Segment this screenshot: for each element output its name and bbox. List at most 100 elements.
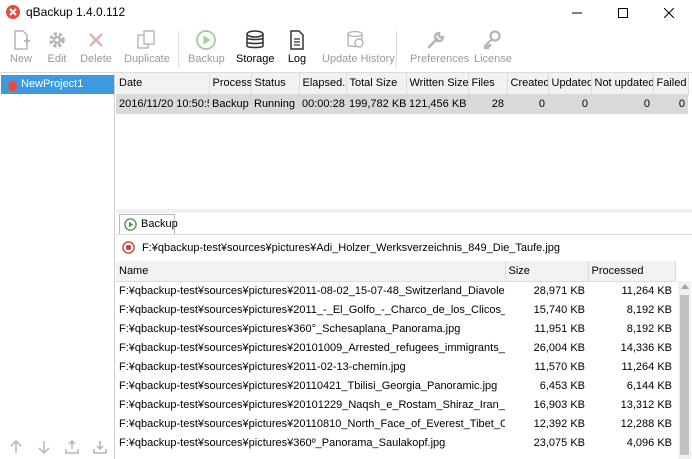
file-name: F:¥qbackup-test¥sources¥pictures¥2010122… [119, 398, 505, 411]
col-status[interactable]: Status [251, 73, 300, 95]
file-name: F:¥qbackup-test¥sources¥pictures¥360°_Sc… [119, 322, 461, 335]
new-button[interactable]: New [6, 27, 36, 71]
license-button[interactable]: License [474, 27, 512, 71]
title-bar: qBackup 1.4.0.112 [0, 0, 692, 25]
jobs-table: Date Process Status Elapsed... Total Siz… [116, 73, 692, 209]
close-button[interactable] [646, 0, 692, 25]
detail-pane: Backup F:¥qbackup-test¥sources¥pictures¥… [116, 213, 692, 459]
jobs-header-row: Date Process Status Elapsed... Total Siz… [116, 73, 689, 95]
col-date[interactable]: Date [116, 73, 210, 95]
log-document-icon [290, 30, 304, 50]
log-button[interactable]: Log [284, 27, 310, 71]
col-files[interactable]: Files [468, 73, 508, 95]
preferences-button[interactable]: Preferences [410, 27, 469, 71]
update-history-button[interactable]: Update History [322, 27, 395, 71]
col-not-updated[interactable]: Not updated [591, 73, 654, 95]
backup-button[interactable]: Backup [188, 27, 225, 71]
tab-backup[interactable]: Backup [119, 214, 178, 234]
col-written-size[interactable]: Written Size [406, 73, 469, 95]
stop-icon[interactable] [122, 241, 135, 254]
duplicate-button[interactable]: Duplicate [124, 27, 170, 71]
storage-button[interactable]: Storage [236, 27, 275, 71]
files-scrollbar[interactable] [678, 281, 691, 459]
job-not-updated: 0 [591, 94, 653, 114]
delete-button[interactable]: Delete [80, 27, 112, 71]
file-name: F:¥qbackup-test¥sources¥pictures¥360º_Pa… [119, 436, 446, 449]
tab-divider [116, 234, 692, 235]
minimize-button[interactable] [554, 0, 600, 25]
file-name: F:¥qbackup-test¥sources¥pictures¥2011-08… [119, 284, 505, 297]
col-name[interactable]: Name [116, 261, 506, 282]
tab-label: Backup [141, 218, 178, 230]
files-header-row: Name Size Processed [116, 261, 676, 282]
file-size: 11,570 KB [534, 360, 585, 373]
update-history-icon [347, 30, 364, 48]
file-name: F:¥qbackup-test¥sources¥pictures¥2011-02… [119, 360, 406, 373]
gear-icon [49, 32, 65, 48]
col-updated[interactable]: Updated [548, 73, 592, 95]
job-date: 2016/11/20 10:50:50 [116, 94, 209, 114]
move-up-icon[interactable] [8, 439, 24, 455]
scroll-up-arrow-icon[interactable] [681, 284, 689, 289]
job-total-size: 199,782 KB [346, 94, 406, 114]
key-icon [483, 30, 501, 50]
toolbar: New Edit Delete Duplicate Backup Storage… [0, 25, 692, 73]
file-row[interactable]: F:¥qbackup-test¥sources¥pictures¥360°_Sc… [116, 319, 675, 338]
new-file-icon [14, 30, 30, 50]
file-row[interactable]: F:¥qbackup-test¥sources¥pictures¥2011_-_… [116, 300, 675, 319]
maximize-button[interactable] [600, 0, 646, 25]
flame-icon [8, 78, 17, 91]
col-size[interactable]: Size [505, 261, 589, 282]
file-processed: 8,192 KB [626, 322, 672, 335]
current-file-path: F:¥qbackup-test¥sources¥pictures¥Adi_Hol… [142, 242, 561, 254]
move-down-icon[interactable] [36, 439, 52, 455]
file-row[interactable]: F:¥qbackup-test¥sources¥pictures¥2011081… [116, 414, 675, 433]
col-elapsed[interactable]: Elapsed... [299, 73, 347, 95]
job-elapsed: 00:00:28 [299, 94, 346, 114]
files-table: Name Size Processed F:¥qbackup-test¥sour… [116, 261, 692, 459]
file-processed: 11,264 KB [621, 360, 672, 373]
import-icon[interactable] [92, 439, 108, 455]
export-icon[interactable] [64, 439, 80, 455]
duplicate-icon [137, 30, 155, 49]
file-size: 12,392 KB [533, 417, 585, 430]
toolbar-separator [178, 31, 179, 67]
job-written-size: 121,456 KB [406, 94, 468, 114]
job-row[interactable]: 2016/11/20 10:50:50 Backup Running 00:00… [116, 94, 688, 114]
col-total-size[interactable]: Total Size [346, 73, 407, 95]
file-row[interactable]: F:¥qbackup-test¥sources¥pictures¥2011042… [116, 376, 675, 395]
file-row[interactable]: F:¥qbackup-test¥sources¥pictures¥2011-08… [116, 281, 675, 300]
file-row[interactable]: F:¥qbackup-test¥sources¥pictures¥2010100… [116, 338, 675, 357]
scrollbar-thumb[interactable] [680, 295, 689, 455]
project-name: NewProject1 [21, 78, 84, 90]
project-item-newproject1[interactable]: NewProject1 [1, 75, 114, 94]
edit-button[interactable]: Edit [42, 27, 72, 71]
file-size: 23,075 KB [533, 436, 585, 449]
job-updated: 0 [548, 94, 591, 114]
window-title: qBackup 1.4.0.112 [26, 5, 126, 19]
wrench-icon [427, 31, 445, 49]
file-processed: 4,096 KB [626, 436, 672, 449]
file-processed: 8,192 KB [626, 303, 672, 316]
file-size: 11,951 KB [534, 322, 585, 335]
file-name: F:¥qbackup-test¥sources¥pictures¥2011042… [119, 379, 498, 392]
file-size: 28,971 KB [533, 284, 585, 297]
col-processed[interactable]: Processed [588, 261, 676, 282]
app-logo-icon [6, 5, 20, 19]
play-icon [124, 218, 137, 231]
file-processed: 14,336 KB [620, 341, 672, 354]
file-name: F:¥qbackup-test¥sources¥pictures¥2011_-_… [119, 303, 505, 316]
col-created[interactable]: Created [507, 73, 549, 95]
col-failed[interactable]: Failed [653, 73, 689, 95]
file-row[interactable]: F:¥qbackup-test¥sources¥pictures¥360º_Pa… [116, 433, 675, 452]
col-process[interactable]: Process [209, 73, 252, 95]
file-name: F:¥qbackup-test¥sources¥pictures¥2010100… [119, 341, 505, 354]
job-status: Running [251, 94, 299, 114]
file-size: 15,740 KB [533, 303, 585, 316]
job-created: 0 [507, 94, 548, 114]
file-processed: 6,144 KB [626, 379, 672, 392]
file-size: 16,903 KB [533, 398, 585, 411]
file-row[interactable]: F:¥qbackup-test¥sources¥pictures¥2011-02… [116, 357, 675, 376]
file-row[interactable]: F:¥qbackup-test¥sources¥pictures¥2010122… [116, 395, 675, 414]
file-processed: 11,264 KB [621, 284, 672, 297]
